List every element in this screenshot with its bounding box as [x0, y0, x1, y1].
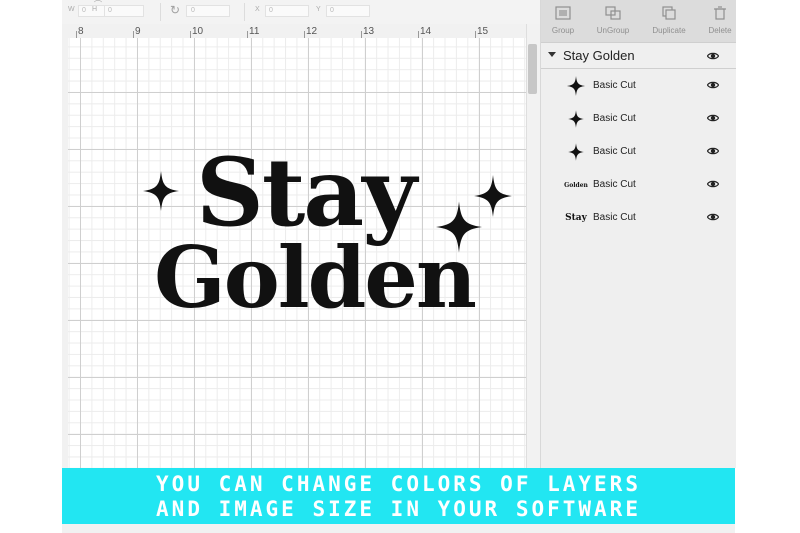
layer-group-row[interactable]: Stay Golden	[541, 44, 736, 68]
sparkle-thumbnail-icon	[568, 110, 584, 128]
layer-name: Basic Cut	[593, 146, 636, 157]
toolbar-divider	[160, 3, 161, 21]
layer-name: Basic Cut	[593, 113, 636, 124]
rotate-input[interactable]: 0	[186, 5, 230, 17]
y-position-input[interactable]: 0	[326, 5, 370, 17]
small-sparkle-artwork[interactable]	[143, 171, 179, 211]
canvas-scrollbar-thumb[interactable]	[528, 44, 537, 94]
layer-thumbnail	[565, 108, 587, 130]
ruler-tick-label: 9	[135, 26, 141, 37]
ungroup-button[interactable]: UnGroup	[588, 6, 638, 35]
layer-thumbnail: Golden	[564, 174, 588, 196]
layer-row[interactable]: Basic Cut	[561, 102, 730, 136]
toolbar-divider	[244, 3, 245, 21]
ruler-tick-label: 10	[192, 26, 204, 37]
visibility-eye-icon[interactable]	[707, 50, 719, 62]
group-icon	[555, 6, 571, 20]
layer-thumbnail	[565, 75, 587, 97]
golden-text-artwork[interactable]: Golden	[154, 228, 477, 327]
height-label: H	[92, 6, 98, 13]
layer-name: Basic Cut	[593, 80, 636, 91]
layers-panel: Group UnGroup Duplicate Delete Stay Gold…	[540, 0, 736, 468]
width-label: W	[68, 6, 75, 13]
layer-name: Basic Cut	[593, 179, 636, 190]
sparkle-thumbnail-icon	[567, 76, 585, 96]
ruler-tick-label: 13	[363, 26, 375, 37]
visibility-eye-icon[interactable]	[707, 112, 719, 124]
x-label: X	[255, 6, 260, 13]
layer-row[interactable]: Stay Basic Cut	[561, 201, 730, 234]
layer-thumbnail	[565, 141, 587, 163]
ruler-tick-mark	[418, 31, 419, 38]
collapse-caret-icon[interactable]	[548, 52, 556, 57]
ruler-tick-label: 11	[249, 26, 260, 37]
group-button[interactable]: Group	[538, 6, 588, 35]
layer-group-name: Stay Golden	[563, 48, 635, 63]
y-label: Y	[316, 6, 321, 13]
ruler-tick-mark	[361, 31, 362, 38]
x-position-input[interactable]: 0	[265, 5, 309, 17]
rotate-icon[interactable]: ↻	[170, 3, 180, 17]
layer-row[interactable]: Basic Cut	[561, 69, 730, 103]
height-input[interactable]: 0	[104, 5, 144, 17]
visibility-eye-icon[interactable]	[707, 145, 719, 157]
stay-thumbnail-text: Stay	[565, 213, 587, 223]
bottom-strip	[62, 524, 735, 533]
layers-panel-toolbar: Group UnGroup Duplicate Delete	[541, 0, 736, 43]
right-margin	[736, 0, 800, 533]
layer-row[interactable]: Golden Basic Cut	[561, 168, 730, 202]
ruler-tick-mark	[190, 31, 191, 38]
duplicate-button-label: Duplicate	[652, 26, 686, 35]
visibility-eye-icon[interactable]	[707, 211, 719, 223]
group-button-label: Group	[551, 26, 575, 35]
ruler-tick-mark	[475, 31, 476, 38]
delete-icon	[714, 6, 726, 20]
ruler-tick-label: 15	[477, 26, 489, 37]
ruler-tick-mark	[76, 31, 77, 38]
duplicate-icon	[662, 6, 676, 20]
ruler-tick-label: 14	[420, 26, 432, 37]
promo-banner: YOU CAN CHANGE COLORS OF LAYERS AND IMAG…	[62, 468, 735, 524]
ungroup-icon	[605, 6, 621, 20]
visibility-eye-icon[interactable]	[707, 178, 719, 190]
ruler-tick-mark	[247, 31, 248, 38]
ruler-tick-label: 8	[78, 26, 84, 37]
layer-thumbnail: Stay	[565, 207, 587, 229]
horizontal-ruler	[62, 24, 526, 39]
ruler-tick-mark	[304, 31, 305, 38]
layer-name: Basic Cut	[593, 212, 636, 223]
layer-row[interactable]: Basic Cut	[561, 135, 730, 169]
duplicate-button[interactable]: Duplicate	[644, 6, 694, 35]
left-margin	[0, 0, 62, 533]
ruler-tick-mark	[133, 31, 134, 38]
ungroup-button-label: UnGroup	[596, 26, 630, 35]
visibility-eye-icon[interactable]	[707, 79, 719, 91]
golden-thumbnail-text: Golden	[564, 181, 588, 189]
ruler-tick-label: 12	[306, 26, 318, 37]
banner-line-2: AND IMAGE SIZE IN YOUR SOFTWARE	[156, 497, 641, 521]
delete-button-label: Delete	[708, 26, 732, 35]
top-toolbar: W 0 ⌒ H 0 ↻ 0 X 0 Y 0	[62, 0, 540, 25]
banner-line-1: YOU CAN CHANGE COLORS OF LAYERS	[156, 472, 641, 496]
sparkle-thumbnail-icon	[568, 143, 584, 161]
large-sparkle-artwork[interactable]	[436, 201, 482, 253]
